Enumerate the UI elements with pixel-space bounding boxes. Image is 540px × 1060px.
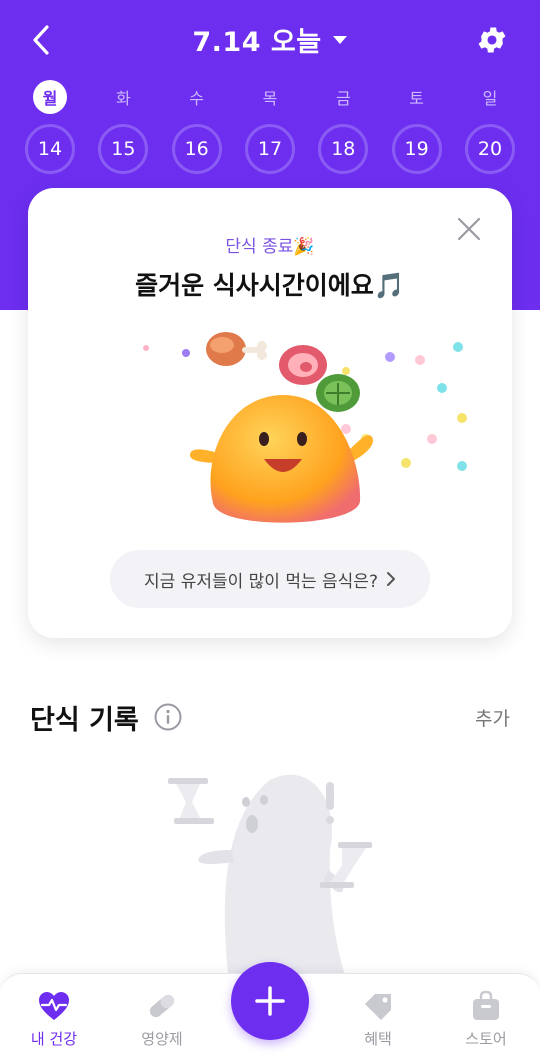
day-label: 월 (33, 80, 67, 114)
pill-icon (149, 994, 175, 1018)
add-button[interactable] (231, 962, 309, 1040)
tab-label: 혜택 (364, 1030, 392, 1048)
day-fri[interactable]: 금 18 (307, 80, 379, 174)
fasting-status-tag: 단식 종료🎉 (225, 237, 315, 257)
gear-icon (478, 27, 506, 53)
chevron-right-icon (386, 572, 395, 586)
day-date: 17 (244, 124, 295, 174)
tab-label: 영양제 (141, 1030, 183, 1048)
caret-down-icon (332, 35, 347, 44)
tab-my-health[interactable]: 내 건강 (0, 974, 108, 1060)
page-title: 7.14 오늘 (192, 27, 322, 58)
day-label: 토 (409, 89, 424, 108)
tab-label: 스토어 (465, 1030, 507, 1048)
tag-icon (365, 994, 391, 1020)
tab-label: 내 건강 (30, 1030, 78, 1048)
day-tue[interactable]: 화 15 (87, 80, 159, 174)
card-title: 즐거운 식사시간이에요🎵 (135, 271, 405, 300)
day-sun[interactable]: 일 20 (454, 80, 526, 174)
mascot-meal-illustration (143, 332, 467, 523)
day-label: 일 (482, 89, 498, 108)
week-strip: 월 14 화 15 수 16 목 17 금 18 토 19 일 20 (14, 80, 526, 174)
day-label: 목 (262, 89, 278, 108)
cta-label: 지금 유저들이 많이 먹는 음식은? (144, 571, 378, 592)
day-date: 18 (318, 124, 369, 174)
date-selector[interactable]: 7.14 오늘 (0, 20, 540, 59)
day-label: 금 (335, 89, 351, 108)
tab-supplements[interactable]: 영양제 (108, 974, 216, 1060)
day-sat[interactable]: 토 19 (381, 80, 453, 174)
day-label: 화 (115, 89, 131, 108)
tab-store[interactable]: 스토어 (432, 974, 540, 1060)
day-label: 수 (189, 89, 205, 108)
add-record-button[interactable]: 추가 (475, 704, 510, 731)
fasting-complete-card: 단식 종료🎉 즐거운 식사시간이에요🎵 지금 유저들이 많이 먹는 음식은? (28, 188, 512, 638)
day-thu[interactable]: 목 17 (234, 80, 306, 174)
popular-foods-link[interactable]: 지금 유저들이 많이 먹는 음식은? (110, 550, 430, 608)
day-date: 14 (25, 124, 75, 174)
day-date: 19 (391, 124, 442, 174)
empty-ghost-illustration (168, 774, 372, 990)
tab-benefits[interactable]: 혜택 (324, 974, 432, 1060)
day-date: 15 (98, 124, 149, 174)
shopping-bag-icon (473, 990, 499, 1020)
settings-button[interactable] (472, 20, 512, 60)
day-wed[interactable]: 수 16 (161, 80, 233, 174)
plus-icon (255, 986, 285, 1016)
day-date: 20 (464, 124, 515, 174)
info-icon[interactable] (153, 702, 183, 732)
section-title: 단식 기록 (30, 705, 139, 736)
day-date: 16 (171, 124, 222, 174)
heart-pulse-icon (39, 992, 69, 1020)
day-mon[interactable]: 월 14 (14, 80, 86, 174)
